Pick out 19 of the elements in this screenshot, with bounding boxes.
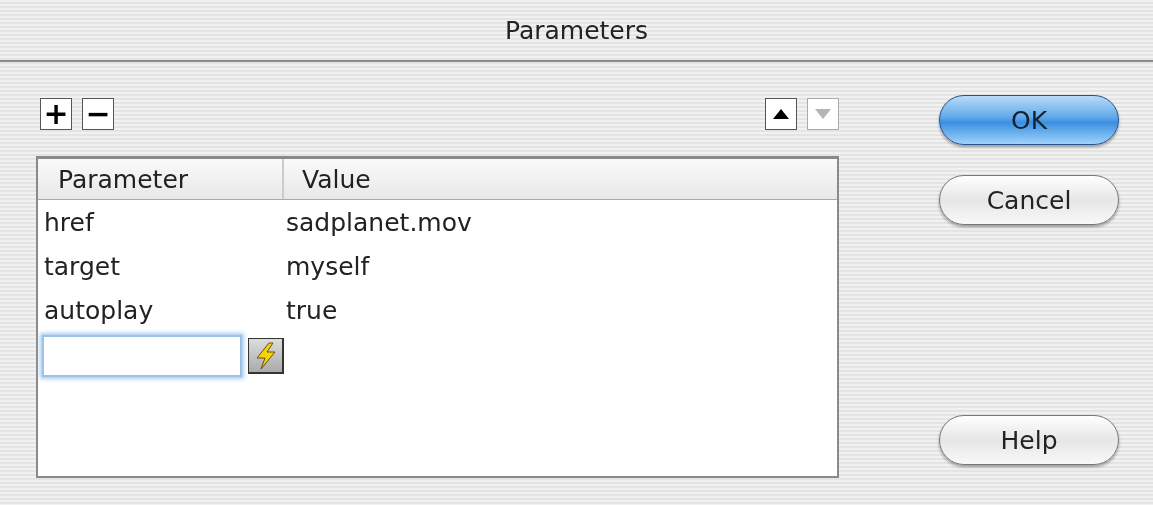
ok-button[interactable]: OK [939, 95, 1119, 145]
lightning-button[interactable] [248, 338, 284, 374]
up-triangle-icon [772, 108, 790, 120]
help-button[interactable]: Help [939, 415, 1119, 465]
parameter-input-field[interactable] [42, 335, 242, 377]
table-cell-text: autoplay [43, 295, 155, 325]
move-up-button[interactable] [765, 98, 797, 130]
add-button[interactable]: + [40, 98, 72, 130]
remove-button[interactable]: − [82, 98, 114, 130]
table-cell-text: href [43, 207, 96, 237]
column-header[interactable]: Parameter [38, 159, 284, 199]
window-title: Parameters [504, 15, 649, 45]
column-header[interactable]: Value [284, 159, 837, 199]
table-cell-text: sadplanet.mov [285, 207, 473, 237]
down-triangle-icon [814, 108, 832, 120]
table-cell-text: target [43, 251, 121, 281]
cancel-button[interactable]: Cancel [939, 175, 1119, 225]
table-cell-text: true [285, 295, 339, 325]
table-cell-text: myself [285, 251, 371, 281]
